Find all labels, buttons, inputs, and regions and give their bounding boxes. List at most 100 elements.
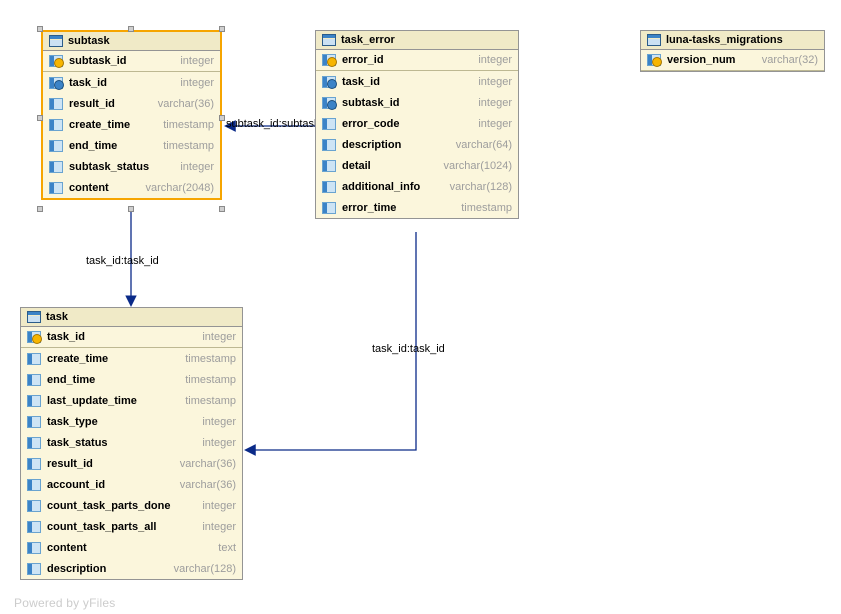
- table-luna-migrations-header[interactable]: luna-tasks_migrations: [641, 31, 824, 50]
- table-task-error-header[interactable]: task_error: [316, 31, 518, 50]
- column-type: integer: [174, 77, 214, 89]
- column-type: integer: [196, 500, 236, 512]
- fk-icon: [322, 75, 338, 89]
- column-name: task_status: [47, 437, 196, 449]
- column-icon: [49, 97, 65, 111]
- column-name: content: [47, 542, 212, 554]
- column-row[interactable]: task_idinteger: [43, 72, 220, 93]
- selection-handle[interactable]: [37, 206, 43, 212]
- column-icon: [27, 352, 43, 366]
- column-row[interactable]: contenttext: [21, 537, 242, 558]
- selection-handle[interactable]: [219, 206, 225, 212]
- table-title: task_error: [341, 34, 395, 46]
- column-row[interactable]: error_timetimestamp: [316, 197, 518, 218]
- column-row[interactable]: task_statusinteger: [21, 432, 242, 453]
- column-row[interactable]: last_update_timetimestamp: [21, 390, 242, 411]
- column-name: subtask_id: [69, 55, 174, 67]
- table-icon: [322, 34, 336, 46]
- column-row[interactable]: end_timetimestamp: [43, 135, 220, 156]
- column-row[interactable]: result_idvarchar(36): [21, 453, 242, 474]
- selection-handle[interactable]: [37, 115, 43, 121]
- column-name: error_id: [342, 54, 472, 66]
- column-type: timestamp: [455, 202, 512, 214]
- watermark: Powered by yFiles: [14, 596, 115, 610]
- column-type: varchar(36): [152, 98, 214, 110]
- table-luna-migrations-body: version_numvarchar(32): [641, 50, 824, 71]
- column-row[interactable]: task_idinteger: [316, 71, 518, 92]
- column-type: integer: [196, 331, 236, 343]
- column-row[interactable]: error_codeinteger: [316, 113, 518, 134]
- column-row[interactable]: task_idinteger: [21, 327, 242, 348]
- table-title: subtask: [68, 35, 110, 47]
- column-icon: [49, 139, 65, 153]
- column-type: varchar(2048): [140, 182, 214, 194]
- column-type: timestamp: [157, 140, 214, 152]
- column-name: content: [69, 182, 140, 194]
- edge-label-1: task_id:task_id: [86, 255, 159, 267]
- column-row[interactable]: descriptionvarchar(64): [316, 134, 518, 155]
- column-row[interactable]: contentvarchar(2048): [43, 177, 220, 198]
- column-type: timestamp: [179, 374, 236, 386]
- pk-icon: [49, 54, 65, 68]
- table-task-error[interactable]: task_error error_idintegertask_idinteger…: [315, 30, 519, 219]
- column-row[interactable]: create_timetimestamp: [43, 114, 220, 135]
- table-task[interactable]: task task_idintegercreate_timetimestampe…: [20, 307, 243, 580]
- column-icon: [27, 457, 43, 471]
- column-name: last_update_time: [47, 395, 179, 407]
- column-name: create_time: [69, 119, 157, 131]
- column-icon: [27, 520, 43, 534]
- column-row[interactable]: result_idvarchar(36): [43, 93, 220, 114]
- column-name: additional_info: [342, 181, 444, 193]
- column-icon: [27, 478, 43, 492]
- column-type: integer: [472, 118, 512, 130]
- column-name: result_id: [47, 458, 174, 470]
- column-type: timestamp: [157, 119, 214, 131]
- table-luna-migrations[interactable]: luna-tasks_migrations version_numvarchar…: [640, 30, 825, 72]
- fk-icon: [49, 76, 65, 90]
- column-name: account_id: [47, 479, 174, 491]
- column-name: task_id: [342, 76, 472, 88]
- column-row[interactable]: task_typeinteger: [21, 411, 242, 432]
- column-type: varchar(64): [450, 139, 512, 151]
- column-type: timestamp: [179, 353, 236, 365]
- column-name: end_time: [47, 374, 179, 386]
- selection-handle[interactable]: [37, 26, 43, 32]
- column-row[interactable]: account_idvarchar(36): [21, 474, 242, 495]
- selection-handle[interactable]: [128, 206, 134, 212]
- table-title: luna-tasks_migrations: [666, 34, 783, 46]
- column-name: result_id: [69, 98, 152, 110]
- column-type: integer: [472, 97, 512, 109]
- pk-icon: [322, 53, 338, 67]
- column-row[interactable]: descriptionvarchar(128): [21, 558, 242, 579]
- column-name: task_id: [69, 77, 174, 89]
- column-row[interactable]: subtask_statusinteger: [43, 156, 220, 177]
- column-name: description: [342, 139, 450, 151]
- table-task-header[interactable]: task: [21, 308, 242, 327]
- column-type: varchar(36): [174, 458, 236, 470]
- column-icon: [27, 541, 43, 555]
- column-row[interactable]: count_task_parts_doneinteger: [21, 495, 242, 516]
- selection-handle[interactable]: [128, 26, 134, 32]
- pk-icon: [647, 53, 663, 67]
- column-icon: [27, 499, 43, 513]
- column-row[interactable]: subtask_idinteger: [43, 51, 220, 72]
- column-name: subtask_status: [69, 161, 174, 173]
- selection-handle[interactable]: [219, 26, 225, 32]
- column-row[interactable]: count_task_parts_allinteger: [21, 516, 242, 537]
- column-row[interactable]: end_timetimestamp: [21, 369, 242, 390]
- column-row[interactable]: subtask_idinteger: [316, 92, 518, 113]
- table-subtask-header[interactable]: subtask: [43, 32, 220, 51]
- column-type: integer: [174, 55, 214, 67]
- column-row[interactable]: create_timetimestamp: [21, 348, 242, 369]
- column-icon: [49, 160, 65, 174]
- column-row[interactable]: additional_infovarchar(128): [316, 176, 518, 197]
- column-row[interactable]: error_idinteger: [316, 50, 518, 71]
- column-row[interactable]: version_numvarchar(32): [641, 50, 824, 71]
- column-name: error_time: [342, 202, 455, 214]
- table-subtask[interactable]: subtask subtask_idintegertask_idintegerr…: [41, 30, 222, 200]
- column-icon: [49, 118, 65, 132]
- table-icon: [647, 34, 661, 46]
- selection-handle[interactable]: [219, 115, 225, 121]
- column-row[interactable]: detailvarchar(1024): [316, 155, 518, 176]
- column-name: description: [47, 563, 168, 575]
